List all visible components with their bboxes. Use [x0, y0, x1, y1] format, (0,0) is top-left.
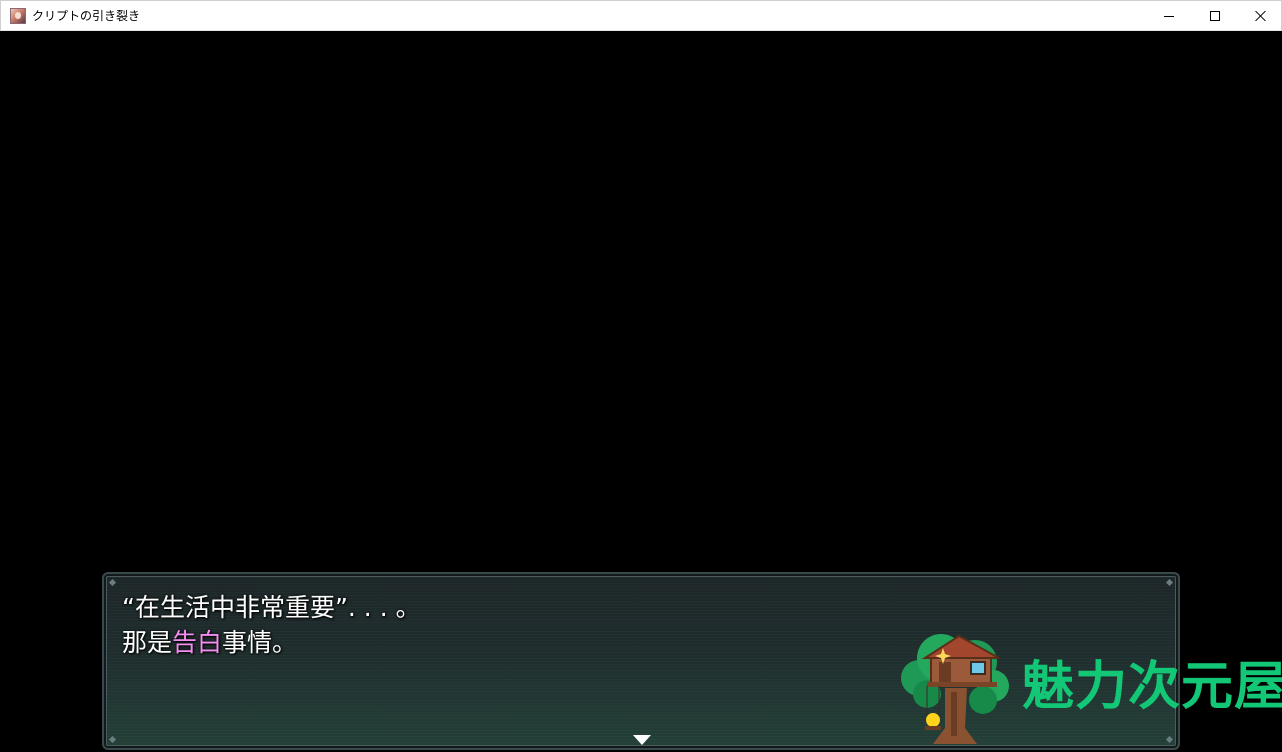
close-icon: [1255, 10, 1267, 22]
highlighted-keyword: 告白: [172, 628, 223, 657]
window-corner-ornament: [108, 578, 117, 587]
triangle-down-icon[interactable]: [633, 735, 651, 745]
window-corner-ornament: [108, 735, 117, 744]
minimize-button[interactable]: [1146, 1, 1192, 31]
window-corner-ornament: [1165, 735, 1174, 744]
message-line-2: 那是告白事情。: [122, 626, 297, 660]
window-corner-ornament: [1165, 578, 1174, 587]
message-window[interactable]: “在生活中非常重要”. . . 。 那是告白事情。: [102, 572, 1180, 750]
app-icon: [10, 8, 26, 24]
watermark-logo-text: 魅力次元屋: [1022, 657, 1282, 717]
maximize-icon: [1210, 11, 1220, 21]
window-title: クリプトの引き裂き: [32, 9, 141, 23]
message-text: 那是: [122, 628, 173, 657]
maximize-button[interactable]: [1192, 1, 1238, 31]
window-titlebar: クリプトの引き裂き: [0, 0, 1282, 31]
message-text: 事情。: [222, 628, 298, 657]
minimize-icon: [1164, 15, 1174, 17]
close-button[interactable]: [1238, 1, 1282, 31]
message-line-1: “在生活中非常重要”. . . 。: [122, 593, 421, 622]
treehouse-logo-icon: [901, 634, 1009, 744]
